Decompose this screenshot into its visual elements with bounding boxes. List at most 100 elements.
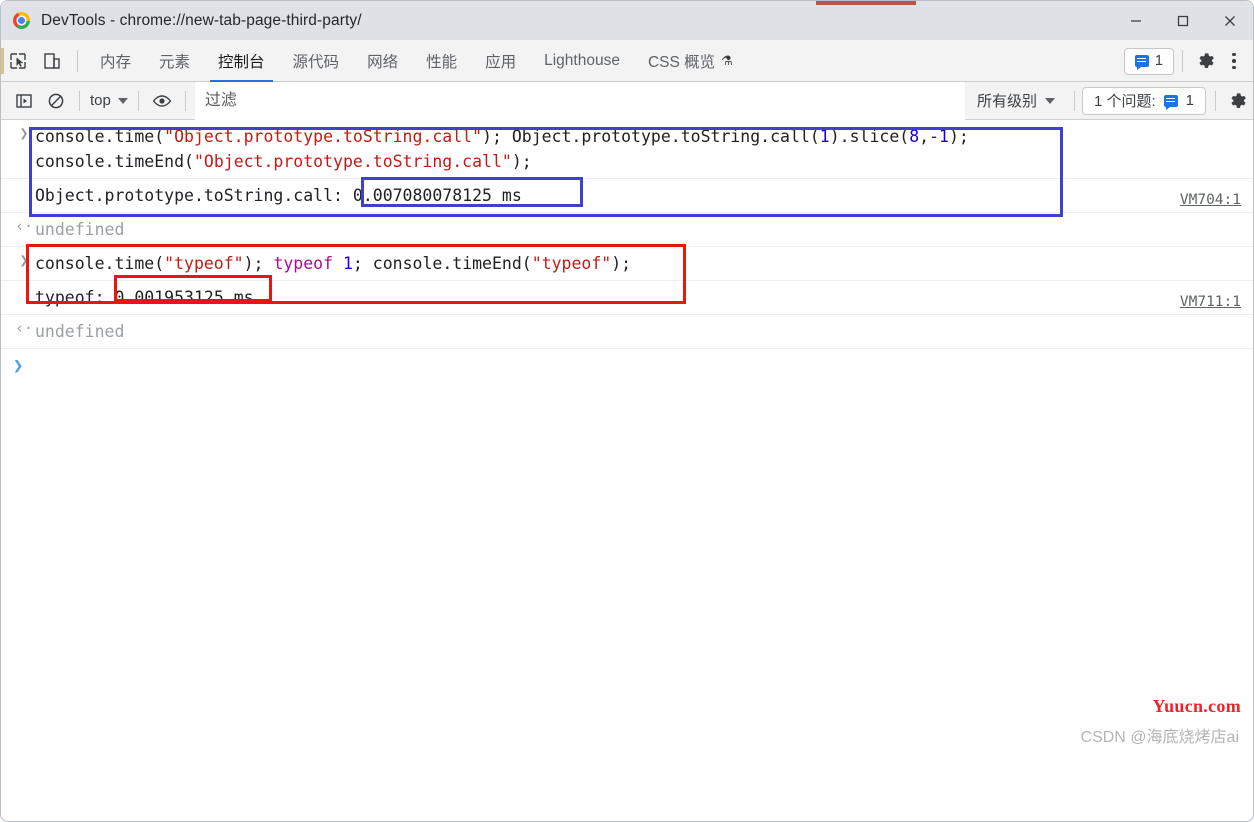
minimize-button[interactable] [1112,1,1159,40]
console-output: ❯ console.time("Object.prototype.toStrin… [1,120,1253,755]
console-timer-line: Object.prototype.toString.call: 0.007080… [35,179,1253,212]
device-toolbar-icon[interactable] [35,46,69,76]
console-filter-toolbar: top 所有级别 1 个问题: 1 [1,82,1253,120]
cmd-string: "Object.prototype.toString.call" [164,127,482,146]
tab-label: 网络 [367,50,398,72]
result-marker: ‹· [13,315,35,336]
console-result-text: undefined [35,213,1253,246]
output-marker [13,281,35,287]
cmd-part: ; console.timeEnd( [353,254,532,273]
cmd-part: ); [512,152,532,171]
execution-context-value: top [90,92,111,109]
cmd-string: "Object.prototype.toString.call" [194,152,512,171]
cmd-number: -1 [929,127,949,146]
input-marker: ❯ [13,120,35,141]
tab-css-overview[interactable]: CSS 概览 ⚗ [634,40,747,82]
filter-divider-4 [1074,91,1075,111]
cmd-part: , [919,127,929,146]
console-row-input-1[interactable]: ❯ console.time("Object.prototype.toStrin… [1,120,1253,179]
tab-performance[interactable]: 性能 [412,40,471,82]
issues-summary-count: 1 [1186,92,1194,109]
tab-lighthouse[interactable]: Lighthouse [530,40,634,82]
chrome-logo-icon [13,12,30,29]
tab-console[interactable]: 控制台 [204,40,279,82]
tab-application[interactable]: 应用 [471,40,530,82]
console-sidebar-icon[interactable] [8,88,40,114]
result-marker: ‹· [13,213,35,234]
source-link-vm711[interactable]: VM711:1 [1180,294,1241,310]
cmd-string: "typeof" [532,254,611,273]
cmd-part: ); [244,254,274,273]
cmd-part: ); Object.prototype.toString.call( [482,127,820,146]
devtools-tab-strip: 内存 元素 控制台 源代码 网络 性能 应用 Lighthouse CSS 概览… [1,40,1253,82]
flask-experimental-icon: ⚗ [721,53,733,69]
console-result-text: undefined [35,315,1253,348]
cmd-part: ); [949,127,969,146]
watermark-csdn: CSDN @海底烧烤店ai [1081,723,1239,747]
cmd-part: console.time( [35,254,164,273]
cmd-number: 8 [909,127,919,146]
console-row-input-2[interactable]: ❯ console.time("typeof"); typeof 1; cons… [1,247,1253,281]
tab-label: 性能 [426,50,457,72]
tab-label: 内存 [100,50,131,72]
message-issue-icon [1164,95,1178,107]
window-title: DevTools - chrome://new-tab-page-third-p… [41,12,362,30]
filter-divider-2 [138,91,139,111]
tab-label: 元素 [159,50,190,72]
source-link-vm704[interactable]: VM704:1 [1180,192,1241,208]
tab-strip-actions: 1 [1124,40,1253,82]
console-row-result-2: ‹· undefined [1,315,1253,349]
timer-value: 0.001953125 ms [114,288,253,307]
cmd-part: ); [611,254,631,273]
window-controls [1112,1,1253,40]
live-expression-eye-icon[interactable] [146,88,178,114]
tab-memory[interactable]: 内存 [86,40,145,82]
tab-network[interactable]: 网络 [353,40,412,82]
left-edge-accent [1,48,4,74]
console-prompt-row[interactable]: ❯ [1,349,1253,383]
devtools-window: DevTools - chrome://new-tab-page-third-p… [0,0,1254,822]
tab-label: 控制台 [218,50,265,72]
chevron-down-icon [118,98,128,104]
tab-label: CSS 概览 [648,50,715,72]
issues-summary-button[interactable]: 1 个问题: 1 [1082,87,1206,115]
maximize-button[interactable] [1159,1,1206,40]
tab-label: 源代码 [293,50,340,72]
issues-badge-button[interactable]: 1 [1124,48,1174,75]
cmd-number: 1 [820,127,830,146]
log-levels-value: 所有级别 [977,90,1037,111]
cmd-part [333,254,343,273]
execution-context-select[interactable]: top [87,92,131,109]
output-marker [13,179,35,185]
kebab-menu-icon[interactable] [1221,46,1247,76]
top-red-accent-line [816,1,916,5]
tab-label: Lighthouse [544,52,620,70]
console-timer-line: typeof: 0.001953125 ms [35,281,1253,314]
gear-icon[interactable] [1191,46,1221,76]
clear-console-icon[interactable] [40,88,72,114]
console-row-output-1[interactable]: Object.prototype.toString.call: 0.007080… [1,179,1253,213]
message-issue-icon [1135,55,1149,67]
filter-divider-1 [79,91,80,111]
toolbar-divider [77,50,78,72]
actions-divider [1182,50,1183,72]
watermark-yuucn: Yuucn.com [1152,696,1241,717]
cmd-part: console.timeEnd( [35,152,194,171]
filter-input[interactable] [195,82,965,120]
console-row-result-1: ‹· undefined [1,213,1253,247]
cmd-string: "typeof" [164,254,243,273]
tab-elements[interactable]: 元素 [145,40,204,82]
filter-divider-5 [1215,91,1216,111]
console-row-output-2[interactable]: typeof: 0.001953125 ms VM711:1 [1,281,1253,315]
log-levels-select[interactable]: 所有级别 [965,90,1067,111]
close-button[interactable] [1206,1,1253,40]
window-title-bar: DevTools - chrome://new-tab-page-third-p… [1,1,1253,40]
prompt-caret-icon: ❯ [13,356,35,376]
tab-sources[interactable]: 源代码 [279,40,354,82]
cmd-part: console.time( [35,127,164,146]
filter-divider-3 [185,91,186,111]
console-command-text: console.time("Object.prototype.toString.… [35,120,1253,178]
inspect-cursor-icon[interactable] [1,46,35,76]
issues-summary-label: 1 个问题: [1094,90,1156,111]
gear-icon[interactable] [1223,86,1253,116]
